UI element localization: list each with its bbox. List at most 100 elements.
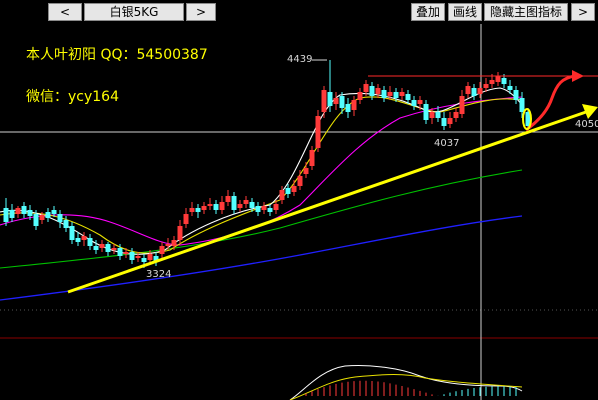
candle-body <box>57 214 63 222</box>
candle-body <box>261 206 267 210</box>
candle-body <box>453 112 459 118</box>
candle-body <box>255 206 261 212</box>
candle-body <box>357 92 363 100</box>
draw-line-button[interactable]: 画线 <box>448 3 482 21</box>
candle-body <box>183 214 189 224</box>
candle-body <box>315 116 321 148</box>
candle-body <box>87 238 93 246</box>
candle-body <box>81 236 87 240</box>
candle-body <box>141 258 147 262</box>
candle-body <box>417 100 423 104</box>
mid-low-price-label: 4037 <box>434 138 460 149</box>
candle-body <box>165 244 171 246</box>
candle-body <box>507 86 513 90</box>
candle-body <box>423 104 429 120</box>
author-annotation: 本人叶初阳 QQ：54500387 <box>26 47 208 63</box>
candle-body <box>309 150 315 166</box>
trend-line <box>67 110 587 294</box>
candle-body <box>51 210 57 214</box>
candle-body <box>201 206 207 210</box>
price-chart[interactable] <box>0 24 598 400</box>
symbol-name-display[interactable]: 白银5KG <box>84 3 184 21</box>
candle-body <box>177 226 183 240</box>
overlay-button[interactable]: 叠加 <box>411 3 445 21</box>
candle-body <box>45 212 51 218</box>
candle-body <box>27 210 33 216</box>
low-price-label: 3324 <box>146 269 172 280</box>
indicator-line-yellow <box>289 374 523 400</box>
candle-body <box>111 248 117 250</box>
candle-body <box>513 90 519 100</box>
candle-body <box>519 98 525 112</box>
candle-body <box>321 90 327 112</box>
candle-body <box>21 206 27 214</box>
candle-body <box>447 118 453 124</box>
candle-body <box>129 252 135 260</box>
indicator-line-white <box>289 365 523 400</box>
candle-body <box>381 90 387 98</box>
candle-body <box>345 104 351 112</box>
candle-body <box>435 112 441 118</box>
candle-body <box>441 118 447 126</box>
candle-body <box>399 92 405 96</box>
candle-body <box>501 78 507 84</box>
candle-body <box>231 196 237 210</box>
hide-main-indicator-button[interactable]: 隐藏主图指标 <box>484 3 568 21</box>
candle-body <box>147 254 153 260</box>
candle-body <box>171 240 177 246</box>
candle-body <box>75 238 81 242</box>
candle-body <box>411 100 417 106</box>
candle-body <box>267 208 273 212</box>
price-axis-value: 4050 <box>575 119 598 130</box>
indicator-histogram <box>305 380 517 396</box>
candle-body <box>495 76 501 82</box>
candle-body <box>327 92 333 106</box>
candle-body <box>159 246 165 254</box>
candle-body <box>99 244 105 248</box>
candle-body <box>363 84 369 92</box>
candle-body <box>387 92 393 96</box>
candle-body <box>369 86 375 96</box>
candle-body <box>69 226 75 240</box>
candle-body <box>459 96 465 114</box>
candle-body <box>93 246 99 250</box>
candle-body <box>189 208 195 212</box>
candle-body <box>117 248 123 256</box>
candle-body <box>297 176 303 186</box>
candle-body <box>375 88 381 94</box>
candle-body <box>249 202 255 208</box>
candle-body <box>135 256 141 258</box>
next-symbol-button[interactable]: > <box>186 3 216 21</box>
more-button[interactable]: > <box>571 3 595 21</box>
candle-body <box>237 204 243 208</box>
candle-body <box>339 96 345 108</box>
prev-symbol-button[interactable]: < <box>48 3 82 21</box>
candle-body <box>213 204 219 210</box>
candle-body <box>285 188 291 194</box>
candle-body <box>303 168 309 174</box>
candle-body <box>123 252 129 254</box>
candle-body <box>243 200 249 204</box>
candle-body <box>471 88 477 96</box>
candle-body <box>105 244 111 252</box>
candle-body <box>279 190 285 200</box>
candle-body <box>333 98 339 104</box>
candle-body <box>33 214 39 226</box>
candle-body <box>273 204 279 210</box>
candle-body <box>63 220 69 228</box>
candle-body <box>15 208 21 214</box>
projection-curve <box>525 74 576 132</box>
candle-body <box>3 208 9 222</box>
wechat-annotation: 微信：ycy164 <box>26 89 119 105</box>
ma-green <box>0 169 523 269</box>
candle-body <box>225 196 231 202</box>
candle-body <box>291 186 297 192</box>
candle-body <box>351 100 357 110</box>
candle-body <box>429 112 435 118</box>
candle-body <box>405 94 411 100</box>
candle-body <box>195 208 201 212</box>
candle-body <box>489 80 495 84</box>
candle-body <box>393 92 399 98</box>
candle-body <box>39 215 45 220</box>
candle-body <box>477 88 483 94</box>
